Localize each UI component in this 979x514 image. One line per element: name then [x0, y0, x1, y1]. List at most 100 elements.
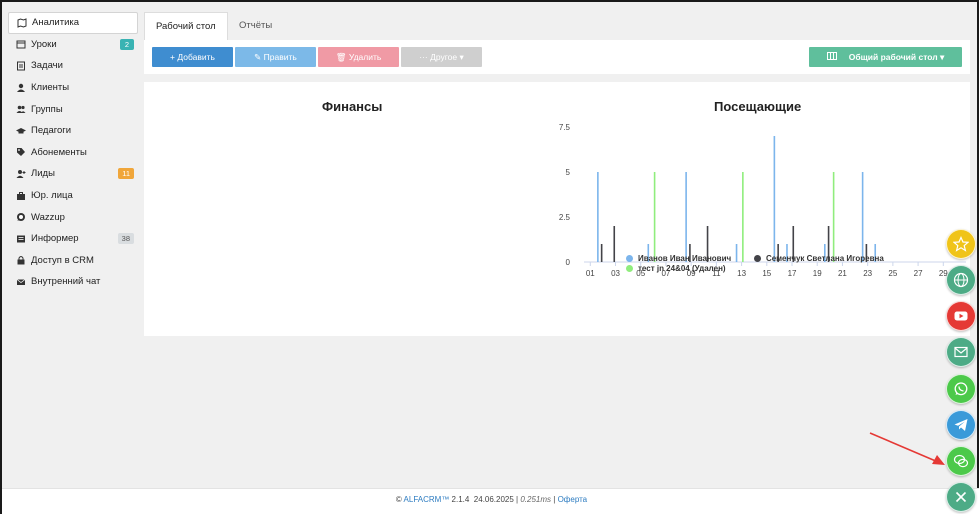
calendar-icon — [15, 39, 26, 50]
edit-button[interactable]: ✎ Править — [235, 47, 316, 67]
app-frame: Аналитика Уроки 2 Задачи Клиенты Группы Педаго… — [0, 0, 979, 514]
legend-swatch — [626, 255, 633, 262]
chart-bar — [735, 244, 738, 262]
sidebar-item[interactable]: Доступ в CRM — [8, 250, 138, 272]
delete-button[interactable]: 🗑 Удалить — [318, 47, 399, 67]
brand-link[interactable]: ALFACRM™ — [404, 495, 450, 504]
x-tick-label: 21 — [838, 269, 847, 277]
sidebar-item[interactable]: Клиенты — [8, 77, 138, 99]
tab-reports[interactable]: Отчёты — [228, 12, 283, 40]
finance-title: Финансы — [322, 99, 383, 114]
x-tick-label: 17 — [788, 269, 797, 277]
x-tick-label: 25 — [888, 269, 897, 277]
chart-bar — [832, 172, 835, 262]
globe-button[interactable] — [946, 265, 976, 295]
legend-label: тест jn 24&04 (Удален) — [638, 264, 726, 273]
checklist-icon — [15, 60, 26, 71]
legend-item[interactable]: Иванов Иван Иванович — [626, 254, 731, 263]
shared-desktop-label: Общий рабочий стол ▾ — [848, 52, 945, 62]
telegram-icon — [953, 417, 969, 433]
offer-link[interactable]: Оферта — [558, 495, 588, 504]
sidebar-item[interactable]: Группы — [8, 98, 138, 120]
x-tick-label: 27 — [914, 269, 923, 277]
sidebar-item[interactable]: Уроки 2 — [8, 34, 138, 56]
x-tick-label: 23 — [863, 269, 872, 277]
sidebar-item[interactable]: Юр. лица — [8, 185, 138, 207]
shared-desktop-button[interactable]: Общий рабочий стол ▾ — [809, 47, 962, 67]
star-icon — [953, 236, 969, 252]
x-tick-label: 13 — [737, 269, 746, 277]
sidebar-item-label: Внутренний чат — [31, 276, 101, 288]
sidebar-item[interactable]: Абонементы — [8, 142, 138, 164]
legend-swatch — [754, 255, 761, 262]
visitors-title: Посещающие — [714, 99, 802, 114]
table-icon — [826, 47, 837, 67]
tab-desktop[interactable]: Рабочий стол — [144, 12, 228, 40]
sidebar-item-label: Доступ в CRM — [31, 254, 94, 266]
chart-bar — [861, 172, 864, 262]
y-tick-label: 0 — [566, 258, 571, 267]
chart-bar — [600, 244, 603, 262]
chart-bar — [742, 172, 744, 262]
sidebar-item[interactable]: Задачи — [8, 55, 138, 77]
footer: © ALFACRM™ 2.1.4 24.06.2025 | 0.251ms | … — [2, 488, 979, 514]
legend-item[interactable]: тест jn 24&04 (Удален) — [626, 264, 726, 273]
dashboard-panel: Финансы Посещающие 0 2.5 5 7.5 01 03 05 07 09 11 1… — [144, 82, 970, 336]
toolbar: + Добавить ✎ Править 🗑 Удалить ··· Друго… — [144, 40, 970, 74]
y-tick-label: 2.5 — [559, 213, 571, 222]
sidebar-item-label: Аналитика — [32, 17, 80, 29]
star-button[interactable] — [946, 229, 976, 259]
sidebar-item[interactable]: Внутренний чат — [8, 271, 138, 293]
other-button[interactable]: ··· Другое ▾ — [401, 47, 482, 67]
close-button[interactable] — [946, 482, 976, 512]
sidebar-item[interactable]: Педагоги — [8, 120, 138, 142]
users-icon — [15, 104, 26, 115]
youtube-button[interactable] — [946, 301, 976, 331]
chart-bar — [653, 172, 656, 262]
youtube-icon — [953, 308, 969, 324]
sidebar-item-label: Юр. лица — [31, 190, 73, 202]
chart-bar — [613, 226, 616, 262]
mail-button[interactable] — [946, 337, 976, 367]
footer-copyright: © — [395, 495, 404, 504]
count-badge: 11 — [118, 168, 134, 180]
x-tick-label: 15 — [762, 269, 771, 277]
sidebar-item[interactable]: Wazzup — [8, 206, 138, 228]
sidebar-item-label: Абонементы — [31, 146, 87, 158]
telegram-button[interactable] — [946, 410, 976, 440]
briefcase-icon — [15, 190, 26, 201]
y-tick-label: 5 — [566, 168, 571, 177]
sidebar-item-label: Клиенты — [31, 82, 70, 94]
annotation-arrow — [869, 432, 945, 465]
add-button[interactable]: + Добавить — [152, 47, 233, 67]
envelope-icon — [15, 276, 26, 287]
user-icon — [15, 82, 26, 93]
legend-label: Иванов Иван Иванович — [638, 254, 732, 263]
whatsapp-icon — [15, 212, 26, 223]
graduation-cap-icon — [15, 125, 26, 136]
count-badge: 2 — [120, 38, 134, 50]
legend-label: Семенчук Светлана Игоревна — [766, 254, 884, 263]
sidebar: Аналитика Уроки 2 Задачи Клиенты Группы Педаго… — [8, 12, 138, 293]
legend-swatch — [626, 265, 633, 272]
x-tick-label: 01 — [586, 269, 595, 277]
chat-icon — [953, 453, 969, 469]
user-plus-icon — [15, 168, 26, 179]
footer-version: 2.1.4 24.06.2025 | — [449, 495, 521, 504]
tag-icon — [15, 147, 26, 158]
whatsapp-button[interactable] — [946, 374, 976, 404]
sidebar-item[interactable]: Аналитика — [8, 12, 138, 34]
x-tick-label: 19 — [813, 269, 822, 277]
globe-icon — [953, 272, 969, 288]
sidebar-item-label: Группы — [31, 103, 63, 115]
chat-button[interactable] — [946, 446, 976, 476]
sidebar-item[interactable]: Информер 38 — [8, 228, 138, 250]
chart-bar — [597, 172, 599, 262]
x-tick-label: 03 — [611, 269, 620, 277]
tab-bar: Рабочий стол Отчёты — [144, 12, 970, 40]
lock-icon — [15, 255, 26, 266]
sidebar-item[interactable]: Лиды 11 — [8, 163, 138, 185]
count-badge: 38 — [117, 232, 134, 244]
sidebar-item-label: Уроки — [31, 38, 57, 50]
legend-item[interactable]: Семенчук Светлана Игоревна — [754, 254, 884, 263]
